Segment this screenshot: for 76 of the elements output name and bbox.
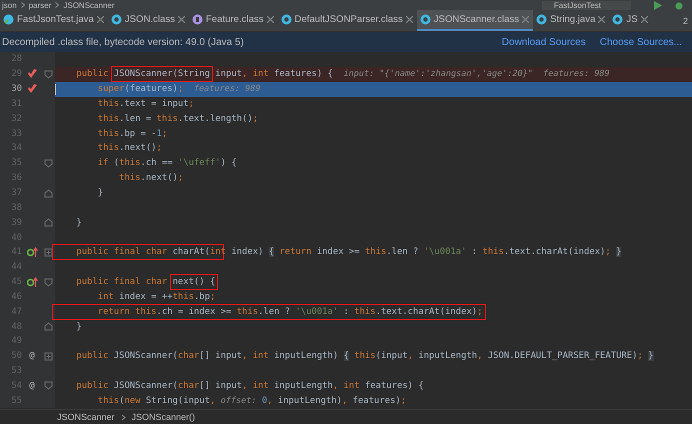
code-text: return this.ch = index >= this.len ? '\u001a' : this.text.charAt(index); bbox=[96, 306, 482, 317]
fold-icon[interactable] bbox=[44, 158, 52, 168]
expand-icon[interactable] bbox=[44, 248, 52, 257]
run-configuration-dropdown[interactable]: FastJsonTest bbox=[542, 0, 631, 10]
close-icon[interactable] bbox=[640, 16, 648, 23]
code-text: this.next(); bbox=[96, 143, 162, 154]
line-number: 30 bbox=[10, 84, 22, 94]
close-icon[interactable] bbox=[598, 16, 606, 23]
code-text: public final char bbox=[75, 277, 168, 288]
code-text: input, int features) { bbox=[214, 69, 334, 80]
debug-icon[interactable] bbox=[674, 0, 684, 10]
breadcrumb-item[interactable]: json bbox=[2, 0, 17, 10]
info-message: Decompiled .class file, bytecode version: 49.0 (Java 5) bbox=[2, 36, 244, 48]
chevron-icon bbox=[20, 2, 25, 8]
editor-tab[interactable]: JSONScanner.class bbox=[416, 10, 534, 31]
breadcrumb-item[interactable]: parser bbox=[28, 0, 52, 10]
breadcrumb-item[interactable]: JSONScanner bbox=[57, 412, 115, 422]
info-link[interactable]: Choose Sources... bbox=[600, 36, 682, 48]
code-text: next() { bbox=[172, 277, 216, 288]
enum-file-icon bbox=[192, 14, 203, 25]
breakpoint-icon[interactable] bbox=[26, 84, 38, 94]
java-file-icon bbox=[3, 14, 14, 25]
implements-method-icon[interactable] bbox=[26, 247, 38, 258]
code-text: public JSONScanner(char[] input, int inputLength) { this(input, inputLength, JSON.DEFAULT_PARSER_FEATURE); } bbox=[75, 351, 654, 362]
implements-method-icon[interactable] bbox=[26, 277, 38, 288]
breadcrumb-item[interactable]: JSONScanner bbox=[63, 0, 115, 10]
class-file-icon bbox=[536, 14, 548, 25]
editor-tab[interactable]: FastJsonTest.java bbox=[0, 10, 108, 31]
inline-hint: features: 989 bbox=[194, 84, 260, 94]
editor-tab[interactable]: Feature.class bbox=[188, 10, 278, 31]
close-icon[interactable] bbox=[406, 16, 413, 23]
annotation-marker[interactable]: @ bbox=[29, 380, 35, 391]
code-text: JSONScanner(String bbox=[114, 69, 210, 80]
close-icon[interactable] bbox=[96, 16, 104, 23]
inline-hint: input: "{'name':'zhangsan','age':20}" features: 989 bbox=[344, 69, 610, 80]
breadcrumb-item[interactable]: JSONScanner() bbox=[132, 412, 196, 422]
class-file-icon bbox=[110, 14, 122, 25]
breakpoint-icon[interactable] bbox=[26, 69, 38, 80]
chevron-icon bbox=[55, 2, 60, 8]
code-text: public final char charAt(in bbox=[75, 247, 221, 258]
code-text: } bbox=[75, 322, 82, 332]
fold-icon[interactable] bbox=[44, 188, 52, 198]
close-icon[interactable] bbox=[522, 16, 530, 23]
code-text: } bbox=[75, 218, 82, 228]
close-icon[interactable] bbox=[266, 16, 274, 23]
code-text: public bbox=[75, 69, 110, 80]
fold-icon[interactable] bbox=[44, 322, 52, 332]
code-text: super(features); bbox=[96, 84, 184, 94]
inline-hint: offset: bbox=[220, 396, 256, 406]
info-link[interactable]: Download Sources bbox=[502, 36, 586, 48]
close-icon[interactable] bbox=[178, 16, 185, 23]
code-text: this.len = this.text.length(); bbox=[96, 114, 258, 124]
code-text: } bbox=[96, 188, 104, 198]
class-file-icon bbox=[420, 14, 431, 25]
code-text: this.next(); bbox=[118, 173, 184, 184]
tab-overflow-count[interactable]: 2 bbox=[678, 10, 692, 31]
class-file-icon bbox=[280, 14, 292, 25]
expand-icon[interactable] bbox=[44, 352, 52, 361]
fold-icon[interactable] bbox=[44, 218, 52, 228]
editor-tab[interactable]: String.java bbox=[533, 10, 610, 31]
chevron-icon bbox=[120, 414, 126, 420]
code-text: int index = ++this.bp; bbox=[96, 292, 216, 302]
fold-icon[interactable] bbox=[44, 381, 52, 390]
code-text: this(new String(input, bbox=[96, 396, 216, 406]
editor-tab[interactable]: JSON.class bbox=[108, 10, 189, 31]
fold-icon[interactable] bbox=[44, 278, 52, 287]
code-text: if (this.ch == '\ufeff') { bbox=[96, 158, 237, 168]
editor-tab[interactable]: DefaultJSONParser.class bbox=[278, 10, 417, 31]
class-file-icon bbox=[612, 14, 624, 25]
fold-icon[interactable] bbox=[44, 70, 52, 79]
code-text: public JSONScanner(char[] input, int inputLength, int features) { bbox=[75, 380, 424, 391]
code-text: 0, inputLength), features); bbox=[260, 396, 406, 406]
annotation-marker[interactable]: @ bbox=[29, 351, 35, 362]
code-text: this.bp = -1; bbox=[96, 128, 168, 139]
editor-tab[interactable]: JS bbox=[609, 10, 652, 31]
code-text: this.text = input; bbox=[96, 98, 194, 109]
